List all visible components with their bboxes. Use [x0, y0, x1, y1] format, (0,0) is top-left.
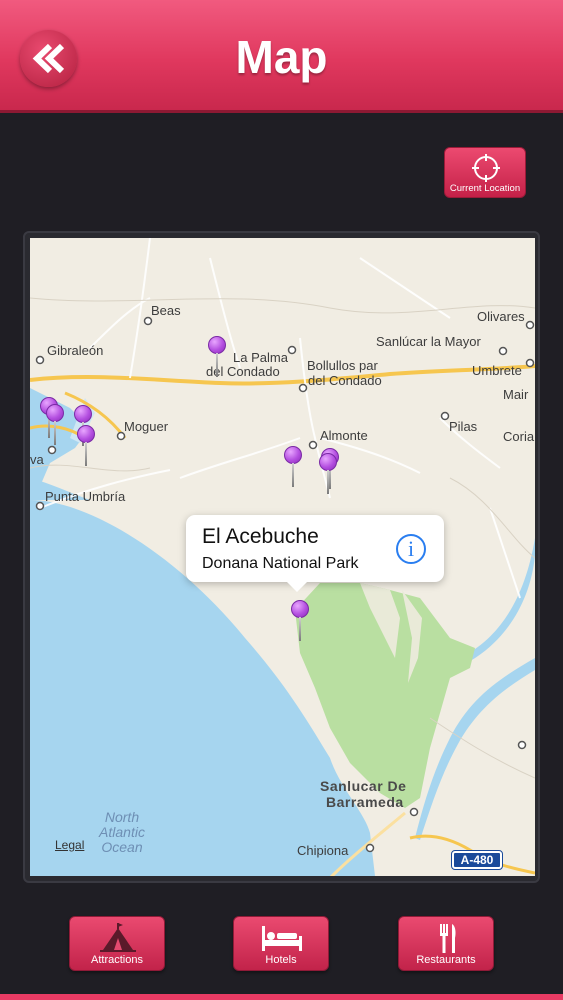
map-label-punta-umbria: Punta Umbría	[45, 489, 126, 504]
tent-icon	[100, 923, 136, 952]
tab-restaurants[interactable]: Restaurants	[398, 916, 494, 971]
map-callout[interactable]: El Acebuche Donana National Park i	[186, 515, 444, 592]
ocean-label: North Atlantic Ocean	[92, 810, 152, 855]
map-label-huelva: va	[30, 452, 44, 467]
map-pin-selected[interactable]	[291, 600, 309, 641]
map-label-gibraleon: Gibraleón	[47, 343, 104, 358]
crosshair-icon	[472, 154, 500, 182]
map-label-olivares: Olivares	[477, 309, 525, 324]
map-label-sanlucar-de: Sanlucar De	[320, 778, 407, 794]
ocean-label-line-2: Atlantic	[99, 824, 145, 840]
footer-bar	[0, 994, 563, 1000]
map-label-beas: Beas	[151, 303, 181, 318]
map-label-la-palma: La Palma	[233, 350, 288, 365]
map-pin[interactable]	[319, 453, 337, 494]
map-pin[interactable]	[208, 336, 226, 377]
ocean-label-line-1: North	[104, 809, 140, 825]
ocean-label-line-3: Ocean	[101, 839, 143, 855]
current-location-button[interactable]: Current Location	[444, 147, 526, 198]
map-label-bollullos: Bollullos par	[307, 358, 378, 373]
map-view[interactable]: Beas Gibraleón Olivares Sanlúcar la Mayo…	[30, 238, 535, 876]
map-label-pilas: Pilas	[449, 419, 478, 434]
map-label-moguer: Moguer	[124, 419, 169, 434]
map-pin[interactable]	[46, 404, 64, 445]
road-shield: A-480	[451, 850, 503, 870]
header-bar: Map	[0, 0, 563, 113]
map-label-barrameda: Barrameda	[326, 794, 404, 810]
tab-restaurants-label: Restaurants	[416, 954, 476, 966]
map-label-almonte: Almonte	[320, 428, 368, 443]
map-label-sanlucar-la-mayor: Sanlúcar la Mayor	[376, 334, 481, 349]
map-label-coria: Coria	[503, 429, 535, 444]
callout-title: El Acebuche	[202, 525, 319, 548]
fork-knife-icon	[440, 924, 456, 953]
map-label-umbrete: Umbrete	[472, 363, 522, 378]
info-icon[interactable]: i	[396, 534, 426, 564]
map-label-bollullos-del-condado: del Condado	[308, 373, 382, 388]
map-label-mair: Mair	[503, 387, 529, 402]
legal-link[interactable]: Legal	[55, 838, 84, 852]
tab-attractions[interactable]: Attractions	[69, 916, 165, 971]
tab-hotels[interactable]: Hotels	[233, 916, 329, 971]
bed-icon	[262, 926, 302, 951]
map-label-chipiona: Chipiona	[297, 843, 349, 858]
callout-subtitle: Donana National Park	[202, 555, 359, 572]
current-location-label: Current Location	[449, 183, 521, 194]
page-title: Map	[235, 31, 328, 83]
map-pin[interactable]	[77, 425, 95, 466]
tab-attractions-label: Attractions	[91, 954, 143, 966]
map-pin[interactable]	[284, 446, 302, 487]
tab-hotels-label: Hotels	[265, 954, 297, 966]
